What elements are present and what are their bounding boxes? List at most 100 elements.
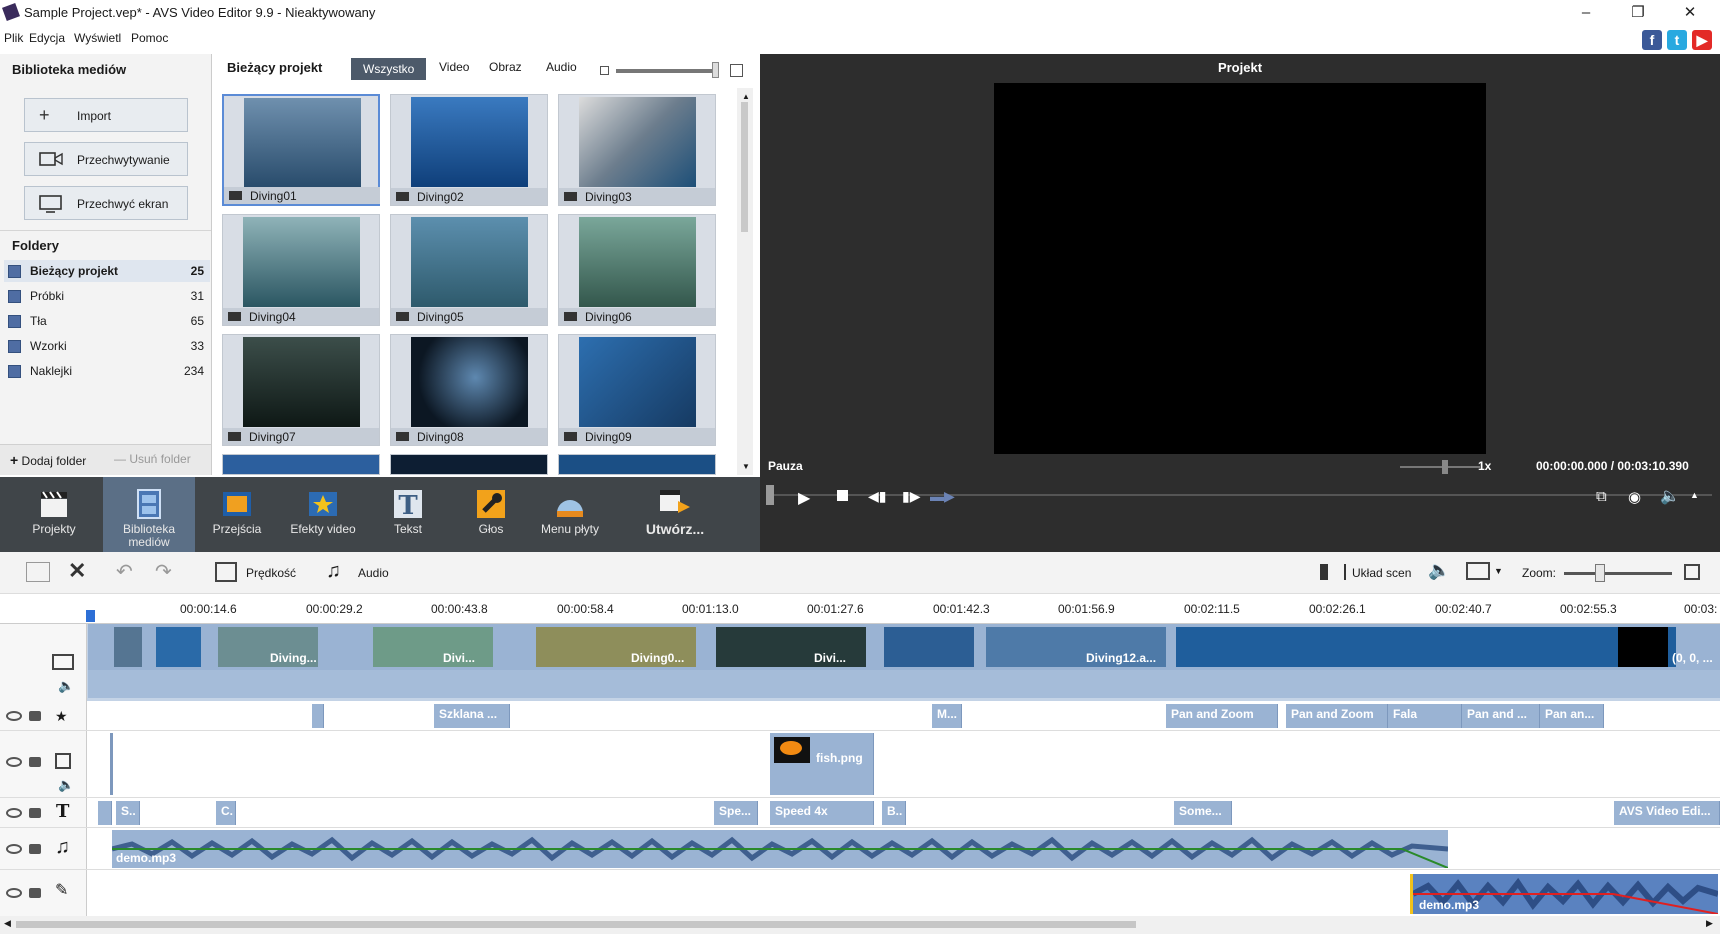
menu-view[interactable]: Wyświetl	[74, 31, 121, 45]
large-thumbs-icon[interactable]	[730, 64, 743, 77]
select-icon[interactable]	[26, 562, 50, 582]
lock-icon[interactable]	[29, 711, 41, 721]
audio-button[interactable]: Audio	[358, 566, 389, 580]
timeline-scrollbar[interactable]: ◀ ▶	[0, 916, 1720, 934]
scroll-up-icon[interactable]: ▲	[742, 92, 750, 101]
speed-slider[interactable]	[1400, 466, 1480, 468]
thumb-size-slider[interactable]	[616, 69, 716, 73]
capture-button[interactable]: Przechwytywanie	[24, 142, 188, 176]
eye-icon[interactable]	[6, 711, 22, 721]
voice-clip[interactable]: demo.mp3	[1410, 874, 1718, 914]
effect-clip[interactable]: Pan and Zoom	[1166, 704, 1278, 728]
video-track[interactable]: 🔈 Diving... Divi... Diving0... Divi... D…	[0, 624, 1720, 701]
screen-capture-button[interactable]: Przechwyć ekran	[24, 186, 188, 220]
music-note-icon[interactable]: ♫	[326, 560, 341, 583]
redo-icon[interactable]: ↷	[155, 559, 172, 584]
snapshot-icon[interactable]: ◉	[1628, 488, 1641, 506]
overlay-track[interactable]: 🔈 fish.png	[0, 731, 1720, 798]
media-thumb-diving02[interactable]: Diving02	[390, 94, 548, 206]
text-clip[interactable]	[98, 801, 112, 825]
effect-clip[interactable]	[312, 704, 324, 728]
seek-handle[interactable]	[766, 485, 774, 505]
storyboard-button[interactable]: Układ scen	[1352, 566, 1411, 580]
voice-track[interactable]: ✎ demo.mp3	[0, 870, 1720, 916]
voice-button[interactable]: Głos	[456, 477, 526, 552]
text-track[interactable]: T S.. C. Spe... Speed 4x B.. Some... AVS…	[0, 798, 1720, 828]
delete-icon[interactable]: ✕	[68, 558, 86, 584]
media-library-button[interactable]: Biblioteka mediów	[103, 477, 195, 552]
video-effects-button[interactable]: Efekty video	[282, 477, 364, 552]
monitor-icon[interactable]	[1466, 562, 1490, 580]
restore-button[interactable]: ❐	[1618, 2, 1658, 24]
play-icon[interactable]: ▶	[798, 488, 810, 508]
eye-icon[interactable]	[6, 844, 22, 854]
mute-icon[interactable]: 🔈	[58, 777, 74, 793]
create-button[interactable]: Utwórz...	[630, 477, 720, 552]
effect-clip[interactable]: Szklana ...	[434, 704, 510, 728]
video-clip[interactable]: Diving12.a...	[986, 627, 1166, 667]
scroll-down-icon[interactable]: ▼	[742, 462, 750, 471]
text-clip[interactable]: AVS Video Edi...	[1614, 801, 1720, 825]
media-thumb-partial[interactable]	[222, 454, 380, 475]
effect-clip[interactable]: M...	[932, 704, 962, 728]
import-button[interactable]: + Import	[24, 98, 188, 132]
transitions-button[interactable]: Przejścia	[202, 477, 272, 552]
music-track[interactable]: ♫ demo.mp3	[0, 828, 1720, 870]
lock-icon[interactable]	[29, 888, 41, 898]
media-thumb-diving05[interactable]: Diving05	[390, 214, 548, 326]
youtube-icon[interactable]: ▶	[1692, 30, 1712, 50]
dropdown-arrow-icon[interactable]: ▼	[1494, 566, 1503, 576]
video-clip[interactable]: Diving...	[218, 627, 318, 667]
folder-patterns[interactable]: Wzorki 33	[4, 335, 210, 357]
projects-button[interactable]: Projekty	[14, 477, 94, 552]
media-thumb-diving01[interactable]: Diving01	[222, 94, 380, 206]
media-thumb-diving07[interactable]: Diving07	[222, 334, 380, 446]
folder-backgrounds[interactable]: Tła 65	[4, 310, 210, 332]
media-thumb-diving03[interactable]: Diving03	[558, 94, 716, 206]
playhead[interactable]	[86, 610, 95, 622]
video-clip[interactable]	[114, 627, 142, 667]
effect-clip[interactable]: Fala	[1388, 704, 1462, 728]
eye-icon[interactable]	[6, 757, 22, 767]
lock-icon[interactable]	[29, 757, 41, 767]
text-clip[interactable]: Speed 4x	[770, 801, 874, 825]
media-thumb-diving06[interactable]: Diving06	[558, 214, 716, 326]
fullscreen-icon[interactable]: ⧉	[1596, 488, 1607, 505]
effect-clip[interactable]: Pan an...	[1540, 704, 1604, 728]
video-clip[interactable]	[884, 627, 974, 667]
mute-icon[interactable]: 🔈	[58, 678, 74, 694]
text-clip[interactable]: Some...	[1174, 801, 1232, 825]
folder-samples[interactable]: Próbki 31	[4, 285, 210, 307]
eye-icon[interactable]	[6, 888, 22, 898]
browser-scrollbar[interactable]: ▲ ▼	[737, 88, 753, 475]
music-clip[interactable]: demo.mp3	[112, 830, 1448, 868]
twitter-icon[interactable]: t	[1667, 30, 1687, 50]
add-folder-button[interactable]: + Dodaj folder	[10, 452, 86, 468]
scroll-right-icon[interactable]: ▶	[1706, 918, 1713, 929]
fit-zoom-icon[interactable]	[1684, 564, 1700, 580]
timeline-ruler[interactable]: 00:00:14.6 00:00:29.2 00:00:43.8 00:00:5…	[0, 594, 1720, 624]
zoom-handle[interactable]	[1595, 564, 1605, 582]
media-thumb-partial[interactable]	[558, 454, 716, 475]
filter-all[interactable]: Wszystko	[351, 58, 427, 80]
speed-icon[interactable]	[215, 562, 237, 582]
disc-menu-button[interactable]: Menu płyty	[530, 477, 610, 552]
next-icon[interactable]: ▮▶	[902, 488, 920, 505]
speed-slider-handle[interactable]	[1442, 460, 1448, 474]
folder-current-project[interactable]: Bieżący projekt 25	[4, 260, 210, 282]
video-canvas[interactable]	[994, 83, 1486, 454]
menu-file[interactable]: Plik	[4, 31, 23, 45]
filter-audio[interactable]: Audio	[546, 60, 577, 74]
filter-image[interactable]: Obraz	[489, 60, 522, 74]
speed-button[interactable]: Prędkość	[246, 566, 296, 580]
scroll-thumb[interactable]	[741, 102, 748, 232]
text-clip[interactable]: Spe...	[714, 801, 758, 825]
menu-edit[interactable]: Edycja	[29, 31, 65, 45]
undo-icon[interactable]: ↶	[116, 559, 133, 584]
zoom-slider[interactable]	[1564, 572, 1672, 575]
text-clip[interactable]: S..	[116, 801, 140, 825]
video-clip[interactable]: Divi...	[716, 627, 866, 667]
previous-icon[interactable]: ◀▮	[868, 488, 886, 505]
media-thumb-partial[interactable]	[390, 454, 548, 475]
effect-clip[interactable]: Pan and ...	[1462, 704, 1540, 728]
